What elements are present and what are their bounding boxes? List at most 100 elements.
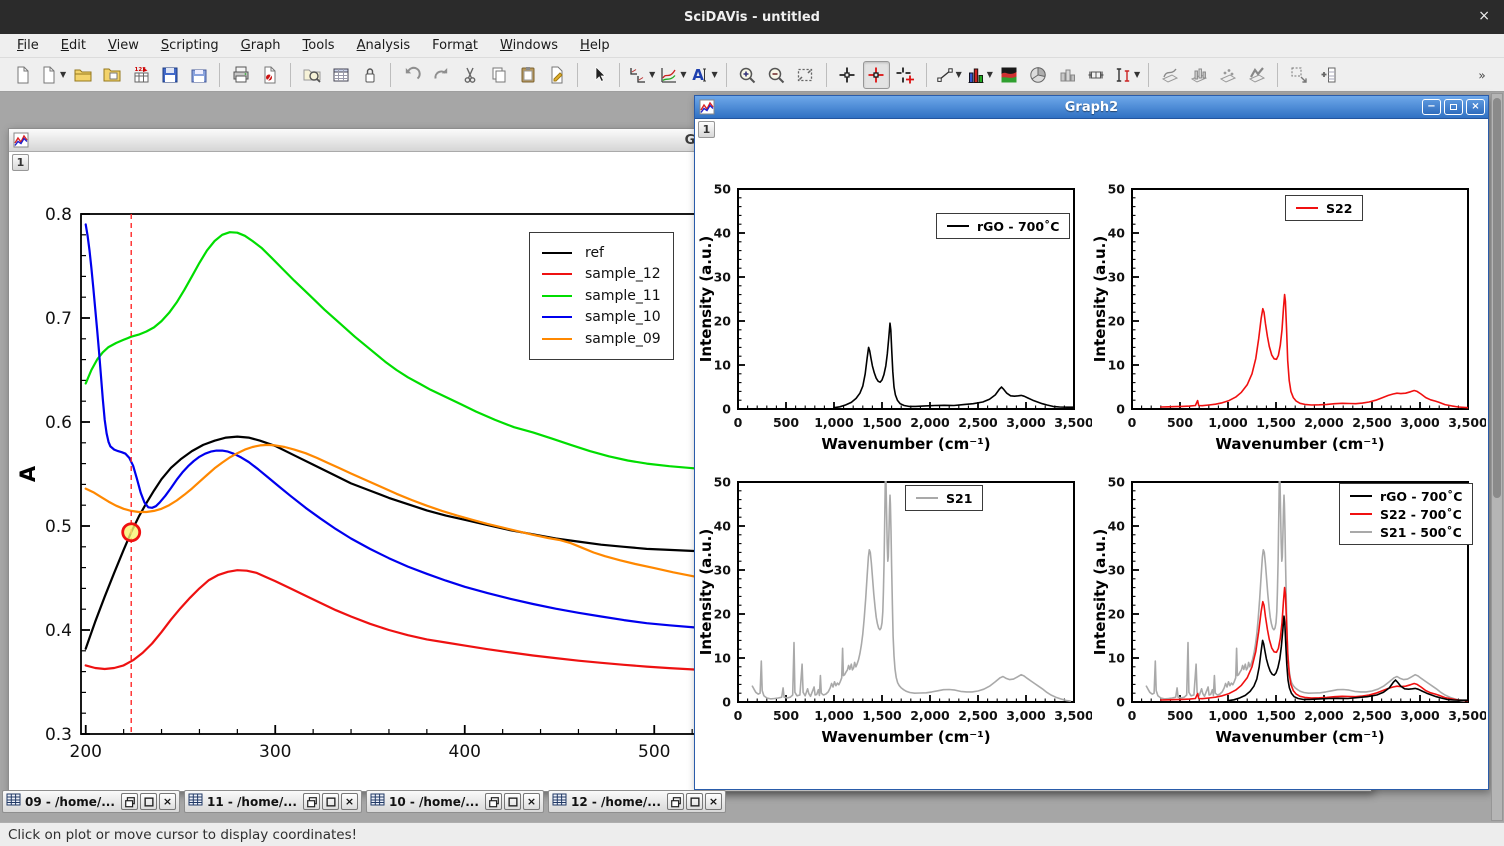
new-aspect-button[interactable]: ▼	[38, 61, 67, 89]
maximize-button[interactable]	[504, 793, 521, 810]
lock-toolbars-button[interactable]	[356, 61, 383, 89]
resize-window-button[interactable]	[1285, 61, 1312, 89]
copy-selection-button[interactable]	[485, 61, 512, 89]
raman-legend-top-right[interactable]: S22	[1285, 195, 1363, 221]
close-button[interactable]: ×	[523, 793, 540, 810]
restore-button[interactable]	[667, 793, 684, 810]
menu-graph[interactable]: Graph	[230, 35, 292, 56]
dropdown-arrow-icon[interactable]: ▼	[987, 70, 993, 79]
plot-pie-button[interactable]	[1025, 61, 1052, 89]
close-button[interactable]: ×	[341, 793, 358, 810]
paste-selection-button[interactable]	[514, 61, 541, 89]
menu-file[interactable]: File	[6, 35, 50, 56]
rescale-to-show-all-button[interactable]	[792, 61, 819, 89]
raman-legend-bottom-right[interactable]: rGO - 700˚CS22 - 700˚CS21 - 500˚C	[1339, 483, 1473, 545]
toolbar-overflow-button[interactable]: »	[1468, 61, 1495, 89]
edit-function-button[interactable]	[543, 61, 570, 89]
close-button[interactable]: ×	[705, 793, 722, 810]
plot-3d-scatter-button[interactable]	[1214, 61, 1241, 89]
minimized-window-3[interactable]: 10 - /home/...×	[366, 790, 544, 813]
maximize-button[interactable]	[140, 793, 157, 810]
raman-subplot-bottom-left[interactable]: 05001,0001,5002,0002,5003,0003,500010203…	[698, 472, 1092, 768]
maximize-button[interactable]	[686, 793, 703, 810]
dropdown-arrow-icon[interactable]: ▼	[956, 70, 962, 79]
minimize-button[interactable]: −	[1422, 99, 1441, 115]
open-template-button[interactable]	[98, 61, 125, 89]
graph2-window[interactable]: Graph2 −× 1 05001,0001,5002,0002,5003,00…	[694, 95, 1489, 790]
menu-format[interactable]: Format	[421, 35, 489, 56]
raman-subplot-top-right[interactable]: 05001,0001,5002,0002,5003,0003,500010203…	[1092, 179, 1486, 475]
plot-3d-ribbon-button[interactable]	[1243, 61, 1270, 89]
graph2-layer-button[interactable]: 1	[698, 121, 715, 138]
app-close-icon[interactable]: ×	[1478, 9, 1490, 23]
minimized-window-4[interactable]: 12 - /home/...×	[548, 790, 726, 813]
dropdown-arrow-icon[interactable]: ▼	[60, 70, 66, 79]
save-template-button[interactable]	[185, 61, 212, 89]
maximize-button[interactable]	[1444, 99, 1463, 115]
screen-reader-button[interactable]	[834, 61, 861, 89]
zoom-in-button[interactable]	[734, 61, 761, 89]
svg-text:Intensity (a.u.): Intensity (a.u.)	[698, 236, 715, 362]
legend-item: sample_09	[542, 328, 661, 350]
export-pdf-button[interactable]	[256, 61, 283, 89]
add-column-button[interactable]	[1314, 61, 1341, 89]
menu-analysis[interactable]: Analysis	[346, 35, 422, 56]
app-titlebar[interactable]: SciDAVis - untitled ×	[0, 0, 1504, 34]
menu-windows[interactable]: Windows	[489, 35, 569, 56]
maximize-button[interactable]	[322, 793, 339, 810]
cut-selection-button[interactable]	[456, 61, 483, 89]
plot-area-button[interactable]	[996, 61, 1023, 89]
raman-legend-bottom-left[interactable]: S21	[905, 485, 983, 511]
add-layer-button[interactable]: ▼	[627, 61, 656, 89]
raman-legend-top-left[interactable]: rGO - 700˚C	[936, 213, 1070, 239]
plot-3d-bars-button[interactable]	[1185, 61, 1212, 89]
menu-tools[interactable]: Tools	[292, 35, 346, 56]
select-data-range-button[interactable]	[892, 61, 919, 89]
data-reader-button[interactable]	[863, 61, 890, 89]
menu-edit[interactable]: Edit	[50, 35, 97, 56]
zoom-out-icon	[766, 65, 786, 85]
menu-help[interactable]: Help	[569, 35, 621, 56]
uvvis-legend[interactable]: refsample_12sample_11sample_10sample_09	[529, 232, 674, 360]
scrollbar-thumb[interactable]	[1493, 98, 1501, 498]
workspace-vertical-scrollbar[interactable]	[1491, 93, 1503, 821]
plot-vectors-button[interactable]	[1054, 61, 1081, 89]
results-log-button[interactable]	[327, 61, 354, 89]
minimized-window-1[interactable]: 09 - /home/...×	[2, 790, 180, 813]
project-explorer-button[interactable]	[298, 61, 325, 89]
minimized-window-2[interactable]: 11 - /home/...×	[184, 790, 362, 813]
restore-button[interactable]	[485, 793, 502, 810]
menu-scripting[interactable]: Scripting	[150, 35, 230, 56]
dropdown-arrow-icon[interactable]: ▼	[680, 70, 686, 79]
dropdown-arrow-icon[interactable]: ▼	[649, 70, 655, 79]
svg-text:200: 200	[70, 742, 102, 762]
import-ascii-button[interactable]: 123	[127, 61, 154, 89]
plot-error-bars-button[interactable]: ▼	[1112, 61, 1141, 89]
restore-button[interactable]	[303, 793, 320, 810]
zoom-out-button[interactable]	[763, 61, 790, 89]
plot-wizard-button[interactable]: ▼	[658, 61, 687, 89]
plot-bar-button[interactable]: ▼	[965, 61, 994, 89]
open-project-button[interactable]	[69, 61, 96, 89]
legend-line-swatch	[1296, 207, 1318, 209]
graph2-titlebar[interactable]: Graph2 −×	[695, 96, 1488, 119]
close-button[interactable]: ×	[1466, 99, 1485, 115]
menu-view[interactable]: View	[97, 35, 150, 56]
draw-line-button[interactable]: ▼	[934, 61, 963, 89]
new-project-button[interactable]	[9, 61, 36, 89]
close-button[interactable]: ×	[159, 793, 176, 810]
plot-3d-trajectory-button[interactable]	[1156, 61, 1183, 89]
dropdown-arrow-icon[interactable]: ▼	[711, 70, 717, 79]
save-project-button[interactable]	[156, 61, 183, 89]
add-text-button[interactable]: A▼	[689, 61, 718, 89]
restore-button[interactable]	[121, 793, 138, 810]
print-button[interactable]	[227, 61, 254, 89]
undo-button[interactable]	[398, 61, 425, 89]
redo-button[interactable]	[427, 61, 454, 89]
graph2-canvas[interactable]: 1 05001,0001,5002,0002,5003,0003,5000102…	[695, 119, 1488, 789]
graph1-layer-button[interactable]: 1	[12, 154, 29, 171]
dropdown-arrow-icon[interactable]: ▼	[1134, 70, 1140, 79]
svg-text:40: 40	[1108, 518, 1126, 533]
pointer-button[interactable]	[585, 61, 612, 89]
plot-box-button[interactable]	[1083, 61, 1110, 89]
